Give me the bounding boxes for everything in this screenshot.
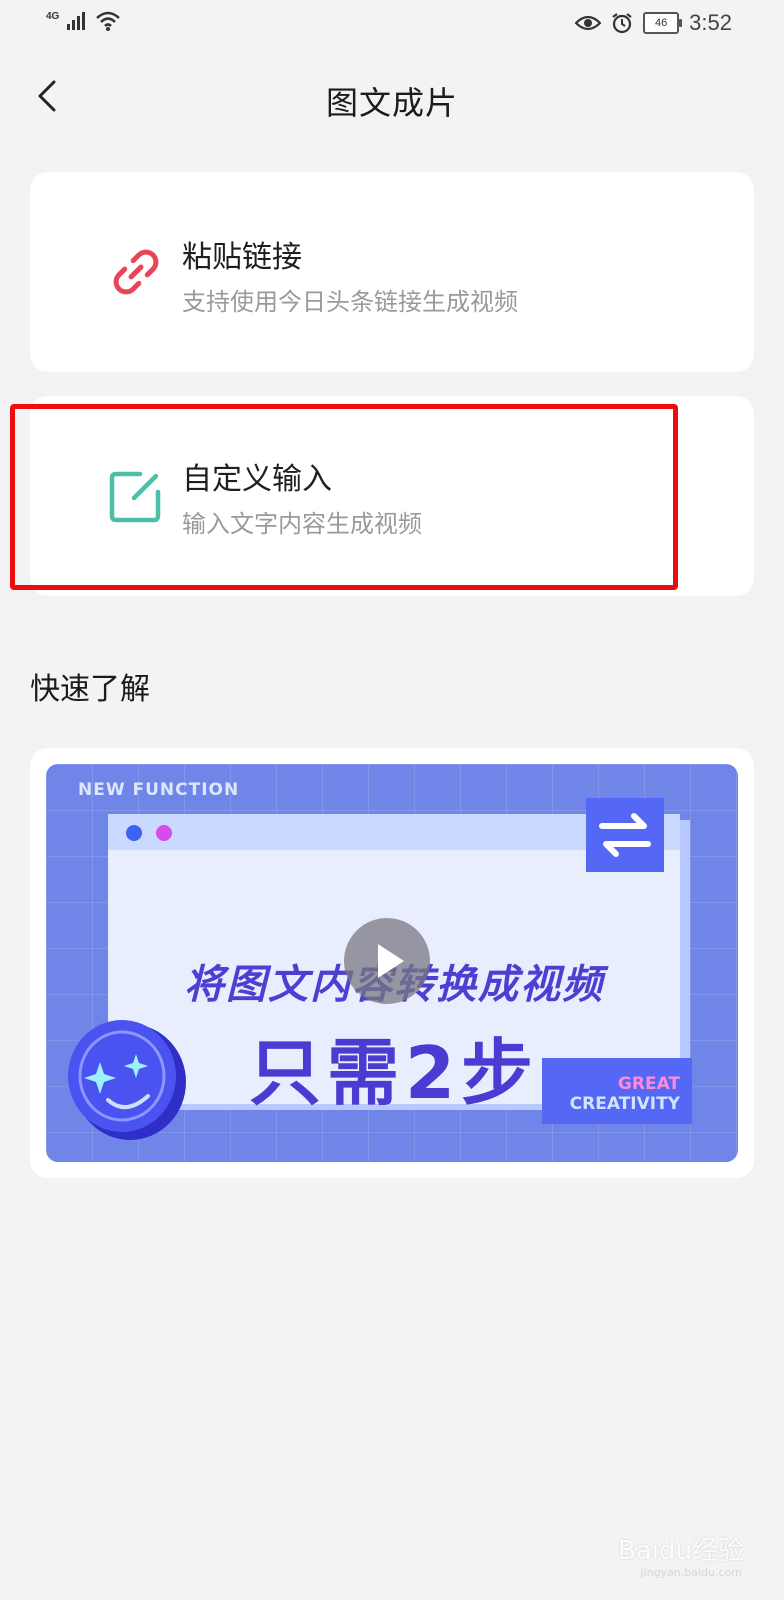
creativity-text: CREATIVITY [569, 1094, 680, 1114]
status-left: 4G [46, 10, 121, 32]
page-title: 图文成片 [325, 84, 458, 122]
edit-icon [106, 466, 166, 526]
smiley-coin-icon [60, 1012, 190, 1142]
custom-input-card[interactable]: 自定义输入 输入文字内容生成视频 [30, 396, 754, 596]
paste-link-title: 粘贴链接 [182, 240, 302, 275]
eye-icon [575, 15, 602, 31]
video-thumbnail[interactable]: NEW FUNCTION 将图文内容转换成视频 只需2步 GREAT CREAT… [46, 764, 738, 1162]
network-type: 4G [46, 11, 60, 22]
custom-input-title: 自定义输入 [182, 462, 332, 497]
new-function-label: NEW FUNCTION [78, 780, 240, 800]
link-icon [106, 242, 166, 302]
status-time: 3:52 [689, 10, 732, 35]
play-icon [378, 944, 404, 978]
watermark: Baidu经验 [618, 1536, 744, 1566]
thumb-dot [126, 825, 142, 841]
wifi-icon [96, 11, 121, 31]
intro-video-card[interactable]: NEW FUNCTION 将图文内容转换成视频 只需2步 GREAT CREAT… [30, 748, 754, 1178]
paste-link-card[interactable]: 粘贴链接 支持使用今日头条链接生成视频 [30, 172, 754, 372]
great-text: GREAT [617, 1074, 680, 1094]
thumb-dot [156, 825, 172, 841]
play-button[interactable] [344, 918, 430, 1004]
status-right: 46 3:52 [575, 10, 732, 36]
section-title: 快速了解 [30, 672, 150, 707]
watermark-url: jingyan.baidu.com [640, 1566, 742, 1579]
custom-input-subtitle: 输入文字内容生成视频 [182, 510, 422, 538]
nav-bar: 图文成片 [0, 62, 784, 132]
battery-indicator: 46 [643, 12, 683, 34]
signal-icon [67, 12, 86, 30]
status-bar: 4G 46 3:52 [0, 0, 784, 48]
swap-arrows-icon [586, 798, 664, 872]
paste-link-subtitle: 支持使用今日头条链接生成视频 [182, 288, 518, 316]
alarm-icon [612, 13, 632, 34]
great-creativity-badge: GREAT CREATIVITY [542, 1058, 692, 1124]
